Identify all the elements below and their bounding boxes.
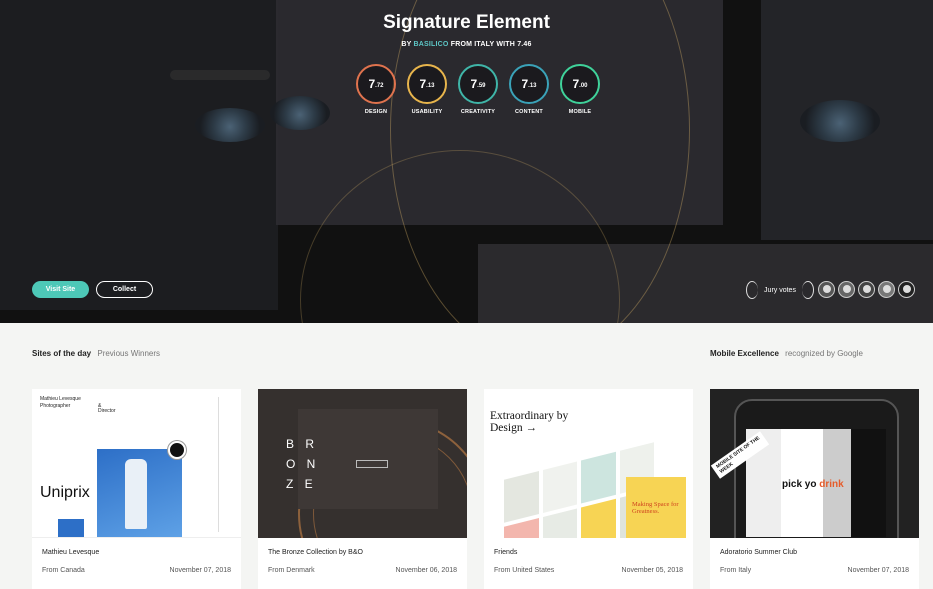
author-link[interactable]: BASILICO (414, 41, 449, 48)
byline-prefix: BY (401, 41, 412, 48)
avatar[interactable] (878, 281, 895, 298)
score-list: 7.72 DESIGN 7.13 USABILITY 7.59 CREATIVI… (356, 64, 600, 115)
jury-avatars (818, 281, 915, 298)
thumb-phrase-b: drink (819, 479, 844, 490)
avatar[interactable] (838, 281, 855, 298)
score-major: 7 (521, 77, 529, 91)
jury-votes-label: Jury votes (764, 286, 796, 294)
card-country: From Canada (42, 567, 85, 574)
avatar[interactable] (898, 281, 915, 298)
score-major: 7 (419, 77, 427, 91)
score-ring: 7.72 (356, 64, 396, 104)
collect-button[interactable]: Collect (96, 281, 153, 298)
thumb-line: B R (286, 437, 319, 451)
card-date: November 06, 2018 (395, 567, 457, 574)
card-date: November 05, 2018 (621, 567, 683, 574)
card-country: From Denmark (268, 567, 315, 574)
promo-text: Making Space for Greatness. (632, 501, 679, 515)
thumb-divider (218, 397, 219, 532)
card-date: November 07, 2018 (847, 567, 909, 574)
site-card[interactable]: MOBILE SITE OF THE WEEK pick yo drink Ad… (710, 389, 919, 589)
score-ring: 7.00 (560, 64, 600, 104)
thumb-line: Z E (286, 477, 317, 491)
thumb-phrase: pick yo drink (782, 479, 844, 490)
byline: BY BASILICO FROM ITALY WITH 7.46 (0, 41, 933, 48)
score-usability: 7.13 USABILITY (407, 64, 447, 115)
thumb-line: O N (286, 457, 320, 471)
card-country: From Italy (720, 567, 752, 574)
score-minor: .59 (477, 83, 486, 89)
sites-of-day-heading: Sites of the day Previous Winners (32, 349, 160, 358)
card-country: From United States (494, 567, 555, 574)
milk-image (58, 519, 84, 537)
thumb-phrase-a: pick yo (782, 479, 820, 490)
laurel-right-icon (802, 281, 814, 299)
score-label: DESIGN (364, 109, 388, 115)
jury-votes-button[interactable]: Jury votes (746, 280, 814, 300)
avatar[interactable] (858, 281, 875, 298)
score-major: 7 (368, 77, 376, 91)
score-content: 7.13 CONTENT (509, 64, 549, 115)
eye-image (195, 108, 265, 142)
score-design: 7.72 DESIGN (356, 64, 396, 115)
score-minor: .13 (528, 83, 537, 89)
thumb-name: Mathieu Levesque (40, 396, 81, 402)
site-thumbnail[interactable]: Mathieu Levesque Photographer & Director… (32, 389, 241, 538)
visit-site-button[interactable]: Visit Site (32, 281, 89, 298)
site-title: Signature Element (383, 12, 550, 33)
card-title[interactable]: Mathieu Levesque (42, 549, 99, 556)
score-major: 7 (470, 77, 478, 91)
overall-score: 7.46 (517, 41, 532, 48)
card-date: November 07, 2018 (169, 567, 231, 574)
eye-image (270, 96, 330, 130)
thumb-heading: Extraordinary by Design → (490, 410, 569, 434)
score-major: 7 (572, 77, 580, 91)
avatar[interactable] (818, 281, 835, 298)
score-minor: .00 (579, 83, 588, 89)
card-title[interactable]: Friends (494, 549, 517, 556)
score-label: USABILITY (411, 109, 443, 115)
mobile-excellence-label: Mobile Excellence (710, 349, 779, 358)
mobile-excellence-heading: Mobile Excellence recognized by Google (710, 349, 863, 358)
score-label: CONTENT (515, 109, 543, 115)
thumb-role: Photographer (40, 403, 71, 409)
sites-of-day-label: Sites of the day (32, 349, 92, 358)
thumb-brand: Uniprix (40, 484, 90, 501)
site-thumbnail[interactable]: Extraordinary by Design → Making Space f… (484, 389, 693, 538)
record-badge-icon (168, 441, 186, 459)
score-minor: .13 (426, 83, 435, 89)
site-card[interactable]: Extraordinary by Design → Making Space f… (484, 389, 693, 589)
score-ring: 7.13 (407, 64, 447, 104)
score-creativity: 7.59 CREATIVITY (458, 64, 498, 115)
hero-decor (170, 70, 270, 80)
promo-card: Making Space for Greatness. (626, 477, 686, 538)
site-thumbnail[interactable]: B R O N Z E (258, 389, 467, 538)
thumb-cta-box (356, 460, 388, 468)
score-label: CREATIVITY (460, 109, 496, 115)
byline-mid: FROM ITALY WITH (450, 41, 516, 48)
score-label: MOBILE (568, 109, 592, 115)
score-ring: 7.13 (509, 64, 549, 104)
score-minor: .72 (375, 83, 384, 89)
hero-banner: Signature Element BY BASILICO FROM ITALY… (0, 0, 933, 323)
recognized-by-label: recognized by Google (785, 349, 863, 358)
site-card[interactable]: Mathieu Levesque Photographer & Director… (32, 389, 241, 589)
score-mobile: 7.00 MOBILE (560, 64, 600, 115)
laurel-left-icon (746, 281, 758, 299)
milk-image (97, 449, 182, 537)
site-card[interactable]: B R O N Z E The Bronze Collection by B&O… (258, 389, 467, 589)
score-ring: 7.59 (458, 64, 498, 104)
previous-winners-link[interactable]: Previous Winners (97, 349, 160, 358)
site-thumbnail[interactable]: MOBILE SITE OF THE WEEK pick yo drink (710, 389, 919, 538)
eye-image (800, 100, 880, 142)
thumb-role2: Director (98, 408, 116, 414)
card-title[interactable]: Adoratorio Summer Club (720, 549, 797, 556)
card-title[interactable]: The Bronze Collection by B&O (268, 549, 363, 556)
